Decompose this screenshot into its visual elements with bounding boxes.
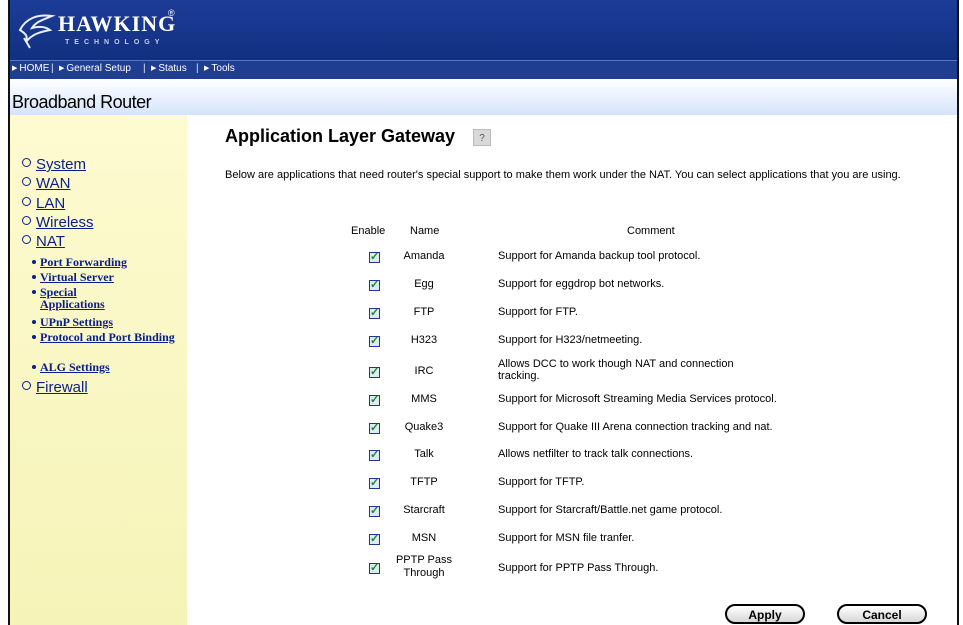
circle-bullet-icon — [22, 177, 31, 186]
hawk-icon — [18, 14, 56, 49]
app-name: H323 — [410, 334, 438, 346]
circle-bullet-icon — [22, 381, 31, 390]
enable-checkbox[interactable] — [369, 393, 380, 406]
app-name: PPTP Pass Through — [395, 554, 453, 579]
nav-tools[interactable]: ▶ Tools — [204, 63, 235, 74]
app-name: IRC — [414, 365, 434, 377]
circle-bullet-icon — [22, 235, 31, 244]
app-comment: Support for eggdrop bot networks. — [498, 278, 665, 290]
dot-bullet-icon — [32, 290, 36, 294]
app-name: FTP — [413, 306, 435, 318]
app-comment: Support for Starcraft/Battle.net game pr… — [498, 504, 723, 516]
circle-bullet-icon — [22, 197, 31, 206]
dot-bullet-icon — [32, 275, 36, 279]
enable-checkbox[interactable] — [369, 278, 380, 291]
app-comment: Support for Quake III Arena connection t… — [498, 421, 773, 433]
column-header-name: Name — [410, 225, 440, 237]
app-name: MSN — [411, 532, 437, 544]
app-comment: Allows DCC to work though NAT and connec… — [498, 358, 734, 382]
sidebar-subitem-port-forwarding[interactable]: Port Forwarding — [32, 256, 180, 268]
enable-checkbox[interactable] — [369, 365, 380, 378]
page-title: Application Layer Gateway — [225, 126, 456, 146]
apply-button[interactable]: Apply — [725, 604, 805, 624]
nav-general-setup[interactable]: ▶ General Setup — [59, 63, 131, 74]
nav-separator: | — [51, 63, 54, 74]
app-name: Starcraft — [403, 504, 445, 516]
sidebar-item-nat[interactable]: NAT — [22, 233, 65, 250]
sidebar-item-lan[interactable]: LAN — [22, 195, 65, 212]
page-description: Below are applications that need router'… — [225, 169, 901, 181]
nav-separator: | — [196, 63, 199, 74]
sidebar-subitem-virtual-server[interactable]: Virtual Server — [32, 271, 180, 283]
app-name: Egg — [414, 278, 434, 290]
sidebar-item-system[interactable]: System — [22, 156, 86, 173]
nav-status[interactable]: ▶ Status — [151, 63, 187, 74]
sidebar-menu: System WAN LAN Wireless NAT Port Forward… — [10, 115, 187, 625]
app-comment: Support for Microsoft Streaming Media Se… — [498, 393, 777, 405]
hawking-logo: HAWKING ® TECHNOLOGY — [16, 8, 206, 52]
app-comment: Support for Amanda backup tool protocol. — [498, 250, 701, 262]
registered-mark: ® — [168, 8, 175, 18]
app-comment: Support for MSN file tranfer. — [498, 532, 635, 544]
app-comment: Support for FTP. — [498, 306, 578, 318]
logo-subtitle: TECHNOLOGY — [65, 39, 165, 46]
app-name: TFTP — [410, 476, 438, 488]
enable-checkbox[interactable] — [369, 561, 380, 574]
logo-wordmark: HAWKING — [58, 11, 177, 36]
sidebar-subitem-special-applications[interactable]: Special Applications — [32, 286, 130, 310]
dot-bullet-icon — [32, 365, 36, 369]
header-banner: HAWKING ® TECHNOLOGY — [10, 0, 957, 60]
triangle-right-icon: ▶ — [204, 65, 210, 72]
router-window: HAWKING ® TECHNOLOGY ▶ HOME | ▶ General Se… — [8, 0, 959, 625]
sidebar-item-firewall[interactable]: Firewall — [22, 379, 88, 396]
dot-bullet-icon — [32, 260, 36, 264]
main-content: Application Layer Gateway ? Below are ap… — [187, 115, 957, 625]
enable-checkbox[interactable] — [369, 306, 380, 319]
enable-checkbox[interactable] — [369, 476, 380, 489]
product-name: Broadband Router — [12, 92, 152, 112]
enable-checkbox[interactable] — [369, 532, 380, 545]
sidebar-subitem-alg-settings[interactable]: ALG Settings — [32, 361, 180, 373]
enable-checkbox[interactable] — [369, 334, 380, 347]
nav-separator: | — [143, 63, 146, 74]
enable-checkbox[interactable] — [369, 504, 380, 517]
app-name: Talk — [414, 448, 434, 460]
help-icon[interactable]: ? — [473, 129, 491, 146]
app-comment: Support for H323/netmeeting. — [498, 334, 643, 346]
title-bar: Broadband Router — [10, 79, 957, 115]
circle-bullet-icon — [22, 158, 31, 167]
dot-bullet-icon — [32, 335, 36, 339]
triangle-right-icon: ▶ — [151, 65, 157, 72]
triangle-right-icon: ▶ — [59, 65, 65, 72]
app-name: Amanda — [403, 250, 445, 262]
column-header-comment: Comment — [627, 225, 675, 237]
column-header-enable: Enable — [351, 225, 386, 237]
enable-checkbox[interactable] — [369, 250, 380, 263]
cancel-button[interactable]: Cancel — [837, 604, 927, 624]
sidebar-subitem-upnp-settings[interactable]: UPnP Settings — [32, 316, 180, 328]
triangle-right-icon: ▶ — [12, 65, 18, 72]
app-comment: Support for PPTP Pass Through. — [498, 562, 659, 574]
dot-bullet-icon — [32, 320, 36, 324]
enable-checkbox[interactable] — [369, 421, 380, 434]
circle-bullet-icon — [22, 216, 31, 225]
top-nav: ▶ HOME | ▶ General Setup | ▶ Status | ▶ Tool… — [10, 60, 957, 79]
app-comment: Allows netfilter to track talk connectio… — [498, 448, 694, 460]
sidebar-item-wireless[interactable]: Wireless — [22, 214, 94, 231]
app-name: MMS — [411, 393, 437, 405]
sidebar-subitem-protocol-port-binding[interactable]: Protocol and Port Binding — [32, 331, 180, 343]
app-comment: Support for TFTP. — [498, 476, 585, 488]
app-name: Quake3 — [404, 421, 444, 433]
nav-home[interactable]: ▶ HOME — [12, 63, 49, 74]
enable-checkbox[interactable] — [369, 448, 380, 461]
sidebar-item-wan[interactable]: WAN — [22, 175, 70, 192]
